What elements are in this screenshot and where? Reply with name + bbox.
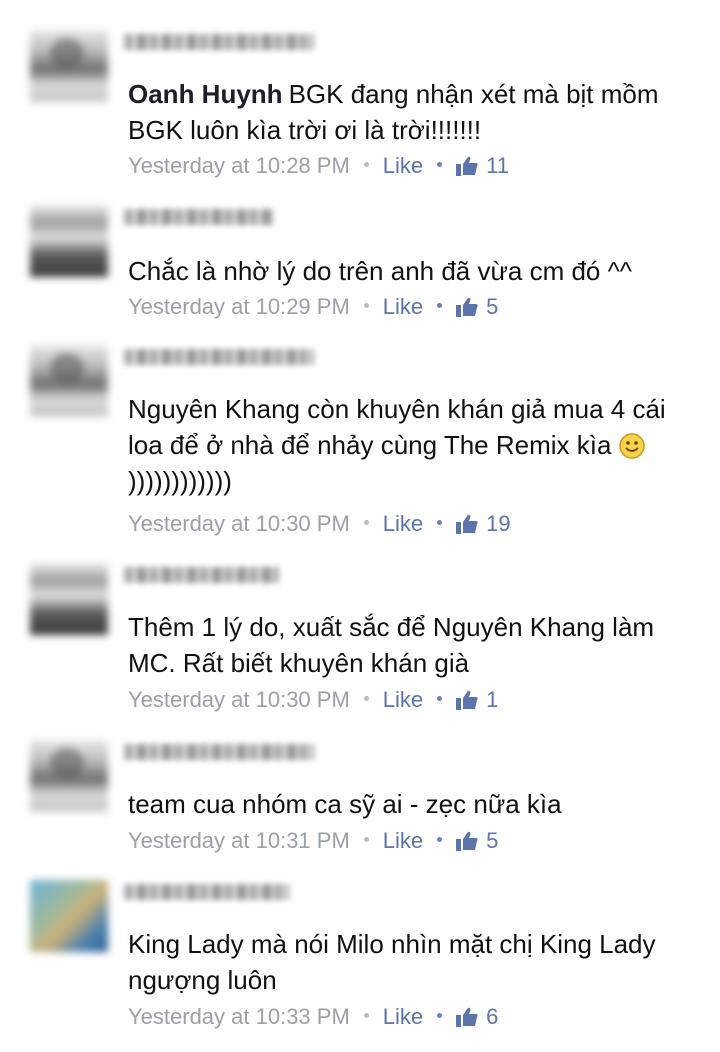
avatar[interactable] [30, 740, 108, 812]
blurred-commenter-name[interactable] [124, 567, 279, 583]
avatar[interactable] [30, 563, 108, 635]
comment-timestamp[interactable]: Yesterday at 10:29 PM [128, 294, 350, 319]
comment-timestamp[interactable]: Yesterday at 10:31 PM [128, 828, 350, 853]
like-button[interactable]: Like [383, 153, 423, 178]
like-count[interactable]: 6 [486, 1004, 498, 1029]
avatar[interactable] [30, 205, 108, 277]
comment-meta: Yesterday at 10:29 PM Like 5 [128, 293, 498, 319]
blurred-commenter-name[interactable] [124, 209, 274, 225]
like-count[interactable]: 11 [486, 153, 509, 178]
thumbs-up-icon [456, 831, 478, 852]
comment-timestamp[interactable]: Yesterday at 10:30 PM [128, 511, 350, 536]
comment-timestamp[interactable]: Yesterday at 10:28 PM [128, 153, 350, 178]
like-button[interactable]: Like [383, 511, 423, 536]
comment-meta: Yesterday at 10:30 PM Like 19 [128, 510, 511, 536]
like-count[interactable]: 5 [486, 294, 498, 319]
like-button[interactable]: Like [383, 294, 423, 319]
like-count[interactable]: 19 [486, 511, 510, 536]
thumbs-up-icon [456, 514, 478, 535]
thumbs-up-icon [456, 690, 478, 711]
blurred-commenter-name[interactable] [124, 744, 314, 760]
like-button[interactable]: Like [383, 828, 423, 853]
thumbs-up-icon [456, 156, 478, 177]
comment-meta: Yesterday at 10:28 PM Like 11 [128, 152, 509, 178]
comment-text: Chắc là nhờ lý do trên anh đã vừa cm đó … [128, 256, 633, 286]
comment-text: Thêm 1 lý do, xuất sắc để Nguyên Khang l… [128, 612, 655, 678]
smiley-icon [618, 433, 645, 459]
comment-meta: Yesterday at 10:31 PM Like 5 [128, 827, 498, 853]
comment-text: King Lady mà nói Milo nhìn mặt chị King … [128, 929, 656, 995]
like-button[interactable]: Like [383, 687, 423, 712]
comment-text: team cua nhóm ca sỹ ai - zẹc nữa kìa [128, 789, 562, 819]
blurred-commenter-name[interactable] [124, 884, 289, 900]
thumbs-up-icon [456, 297, 478, 318]
like-count[interactable]: 5 [486, 828, 498, 853]
blurred-commenter-name[interactable] [124, 349, 314, 365]
avatar[interactable] [30, 30, 108, 102]
avatar[interactable] [30, 345, 108, 417]
thumbs-up-icon [456, 1007, 478, 1028]
comment-meta: Yesterday at 10:30 PM Like 1 [128, 686, 498, 712]
comment-author[interactable]: Oanh Huynh [128, 79, 283, 109]
blurred-commenter-name[interactable] [124, 34, 314, 50]
avatar[interactable] [30, 880, 108, 952]
comment-text: Oanh Huynh BGK đang nhận xét mà bịt mồm B… [128, 79, 659, 145]
comment-timestamp[interactable]: Yesterday at 10:33 PM [128, 1004, 350, 1029]
like-count[interactable]: 1 [486, 687, 498, 712]
comment-text: Nguyên Khang còn khuyên khán giả mua 4 c… [128, 394, 666, 496]
comment-timestamp[interactable]: Yesterday at 10:30 PM [128, 687, 350, 712]
comment-meta: Yesterday at 10:33 PM Like 6 [128, 1003, 498, 1029]
like-button[interactable]: Like [383, 1004, 423, 1029]
